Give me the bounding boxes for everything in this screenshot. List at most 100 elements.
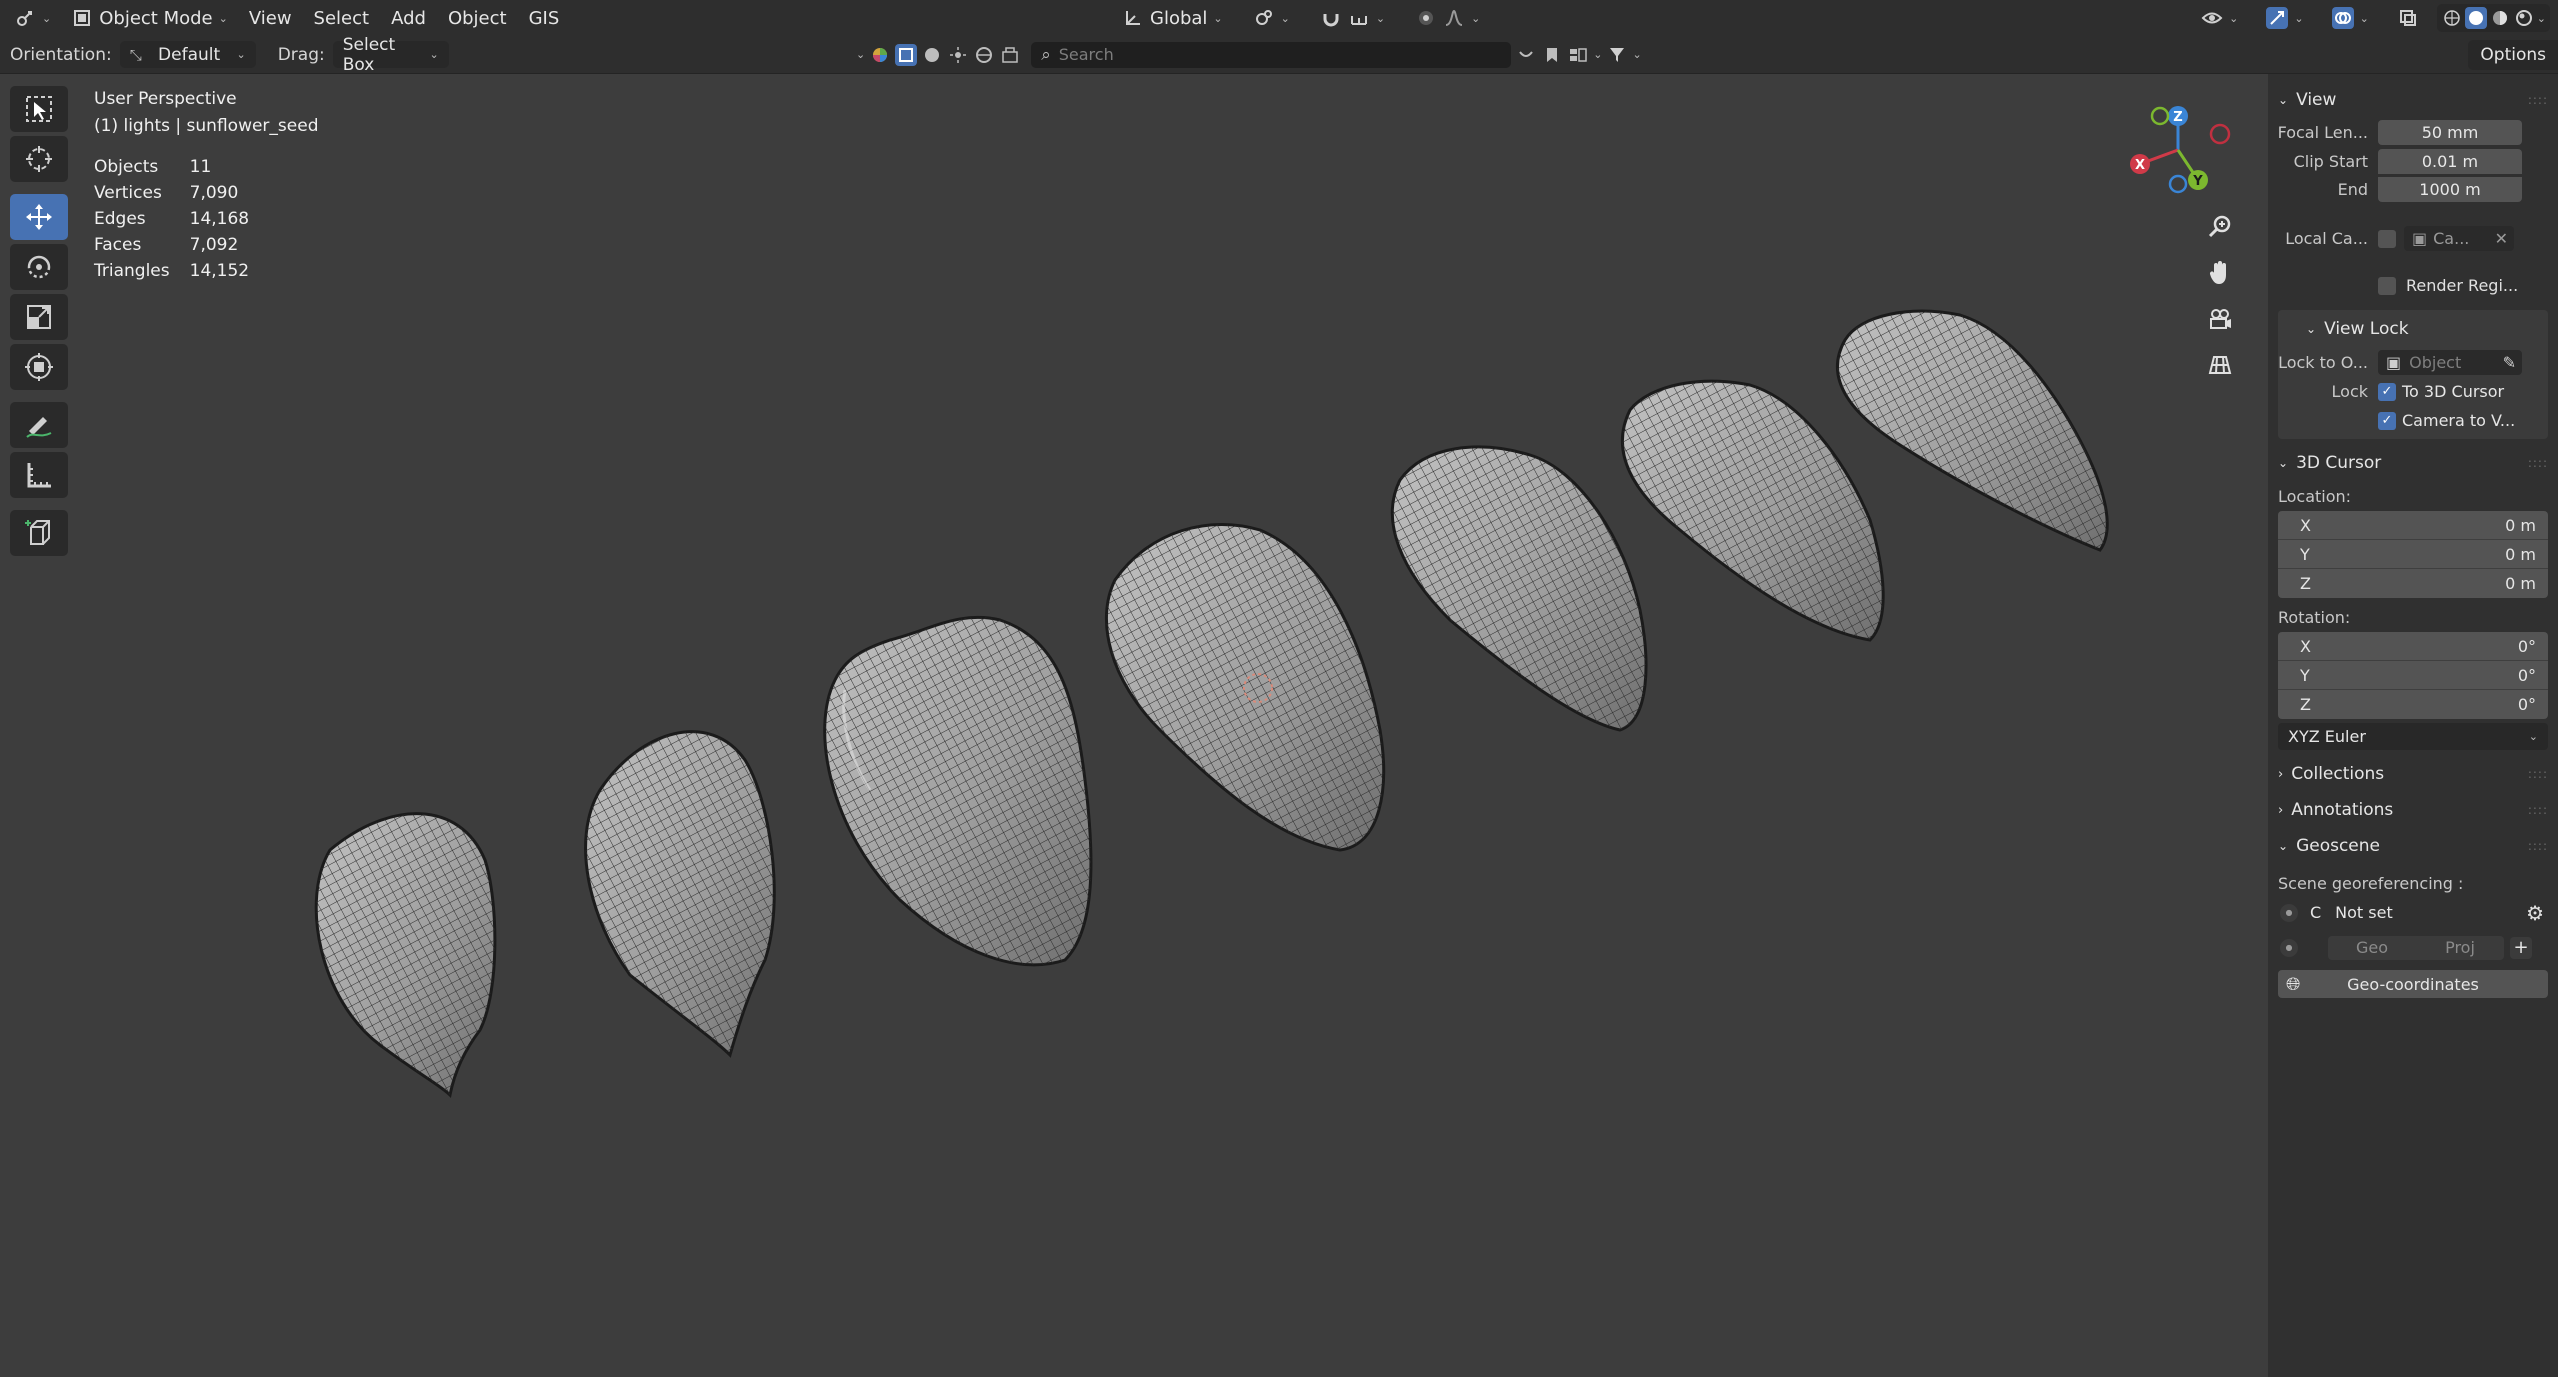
overlays-toggle[interactable]: ⌄ [2322,4,2379,32]
transform-orientation-dropdown[interactable]: Global ⌄ [1112,4,1233,32]
eyedropper-icon[interactable]: ✎ [2503,353,2516,372]
radio-dot-icon[interactable]: ● [2280,903,2298,922]
gizmo-neg-y[interactable] [2150,106,2170,126]
clear-icon[interactable]: ✕ [2495,229,2508,248]
select-box-tool[interactable] [10,86,68,132]
location-z-field[interactable]: Z 0 m [2278,569,2548,598]
focal-length-field[interactable]: 50 mm [2378,120,2522,145]
editor-type-button[interactable]: ⌄ [4,4,61,32]
solid-shading-icon[interactable] [2464,7,2487,29]
location-x-field[interactable]: X 0 m [2278,511,2548,540]
chevron-down-icon[interactable]: ⌄ [1593,48,1602,61]
gizmo-toggle[interactable]: ⌄ [2256,4,2313,32]
rotation-z-field[interactable]: Z 0° [2278,690,2548,719]
render-region-checkbox[interactable] [2378,276,2396,295]
add-cube-tool[interactable] [10,510,68,556]
menu-view[interactable]: View [238,8,303,29]
viewport-canvas[interactable] [0,74,2260,1377]
geo-coordinates-button[interactable]: 🌐︎ Geo-coordinates [2278,970,2548,998]
drag-dropdown[interactable]: Select Box ⌄ [332,35,449,75]
drag-grip-icon[interactable]: :::: [2528,839,2548,853]
local-camera-field[interactable]: ▣ Ca... ✕ [2404,226,2514,251]
cursor-tool[interactable] [10,136,68,182]
sunflower-seed-mesh-3[interactable] [823,615,1093,967]
mode-dropdown[interactable]: Object Mode ⌄ [61,4,238,32]
annotate-tool[interactable] [10,402,68,448]
scale-tool[interactable] [10,294,68,340]
snap-increment-icon[interactable] [1348,7,1370,29]
color-wheel-icon[interactable] [869,44,891,66]
gizmo-neg-x[interactable] [2209,123,2231,145]
panel-collections-header[interactable]: › Collections :::: [2268,756,2558,792]
lock-object-field[interactable]: ▣ Object ✎ [2378,350,2522,375]
panel-geoscene-header[interactable]: ⌄ Geoscene :::: [2268,828,2558,864]
location-y-field[interactable]: Y 0 m [2278,540,2548,569]
geo-tab[interactable]: Geo [2328,936,2416,960]
chevron-down-icon[interactable]: ⌄ [2537,12,2546,25]
material-shading-icon[interactable] [2489,7,2511,29]
navigation-gizmo[interactable]: Z X Y [2118,100,2238,200]
rotate-tool[interactable] [10,244,68,290]
sunflower-seed-mesh-5[interactable] [1390,445,1648,732]
menu-object[interactable]: Object [437,8,518,29]
pan-button[interactable] [2202,256,2238,290]
menu-gis[interactable]: GIS [518,8,571,29]
transform-tool[interactable] [10,344,68,390]
add-icon[interactable]: + [2510,936,2532,959]
sunflower-seed-mesh-4[interactable] [1104,523,1386,852]
sunflower-seed-mesh-6[interactable] [1620,379,1885,642]
drag-grip-icon[interactable]: :::: [2528,803,2548,817]
radio-dot-icon[interactable]: ● [2280,938,2298,957]
rotation-x-field[interactable]: X 0° [2278,632,2548,661]
move-tool[interactable] [10,194,68,240]
proj-tab[interactable]: Proj [2416,936,2504,960]
sunflower-seed-mesh-1[interactable] [314,812,497,1099]
rotation-mode-dropdown[interactable]: XYZ Euler ⌄ [2278,723,2548,750]
proportional-edit-toggle[interactable]: ⌄ [1405,4,1490,32]
camera-view-button[interactable] [2202,302,2238,336]
drag-grip-icon[interactable]: :::: [2528,456,2548,470]
drag-grip-icon[interactable]: :::: [2528,93,2548,107]
rendered-shading-icon[interactable] [2513,7,2535,29]
object-filter-icon[interactable] [895,43,918,66]
panel-view-lock-header[interactable]: ⌄ View Lock [2278,314,2548,344]
lock-camera-checkbox[interactable]: ✓ [2378,411,2396,430]
visibility-dropdown[interactable]: ⌄ [2191,4,2248,32]
camera-filter-icon[interactable] [999,44,1021,66]
wireframe-shading-icon[interactable] [2441,7,2463,29]
filter-icon[interactable] [1606,44,1628,66]
gear-icon[interactable]: ⚙ [2526,901,2544,925]
panel-annotations-header[interactable]: › Annotations :::: [2268,792,2558,828]
menu-select[interactable]: Select [303,8,381,29]
panel-3d-cursor-header[interactable]: ⌄ 3D Cursor :::: [2268,445,2558,481]
menu-add[interactable]: Add [380,8,437,29]
snap-toggle[interactable]: ⌄ [1310,4,1395,32]
lock-cursor-checkbox[interactable]: ✓ [2378,382,2396,401]
chevron-down-icon[interactable]: ⌄ [856,48,865,61]
falloff-curve-icon[interactable] [1443,7,1465,29]
orientation-dropdown[interactable]: ⤡ Default ⌄ [119,41,256,68]
sunflower-seed-mesh-2[interactable] [584,730,776,1058]
search-input[interactable] [1058,45,1502,64]
ortho-toggle-button[interactable] [2202,348,2238,382]
options-button[interactable]: Options [2468,40,2558,70]
sunflower-seed-mesh-7[interactable] [1835,309,2109,552]
search-field[interactable]: ⌕ [1031,41,1512,68]
measure-tool[interactable] [10,452,68,498]
light-filter-icon[interactable] [947,44,969,66]
chevron-down-icon[interactable]: ⌄ [1632,48,1641,61]
clip-end-field[interactable]: 1000 m [2378,177,2522,202]
pivot-point-dropdown[interactable]: ⌄ [1243,4,1300,32]
zoom-button[interactable] [2202,210,2238,244]
drag-grip-icon[interactable]: :::: [2528,767,2548,781]
panel-view-header[interactable]: ⌄ View :::: [2268,82,2558,118]
clip-start-field[interactable]: 0.01 m [2378,149,2522,174]
bookmark-icon[interactable] [1541,44,1563,66]
sphere-filter-icon[interactable] [921,44,943,66]
rotation-y-field[interactable]: Y 0° [2278,661,2548,690]
local-camera-checkbox[interactable] [2378,229,2396,248]
restrict-toggle-icon[interactable] [1515,44,1537,66]
gizmo-neg-z[interactable] [2168,174,2188,194]
display-mode-icon[interactable] [1567,44,1589,66]
xray-toggle[interactable] [2387,4,2429,32]
